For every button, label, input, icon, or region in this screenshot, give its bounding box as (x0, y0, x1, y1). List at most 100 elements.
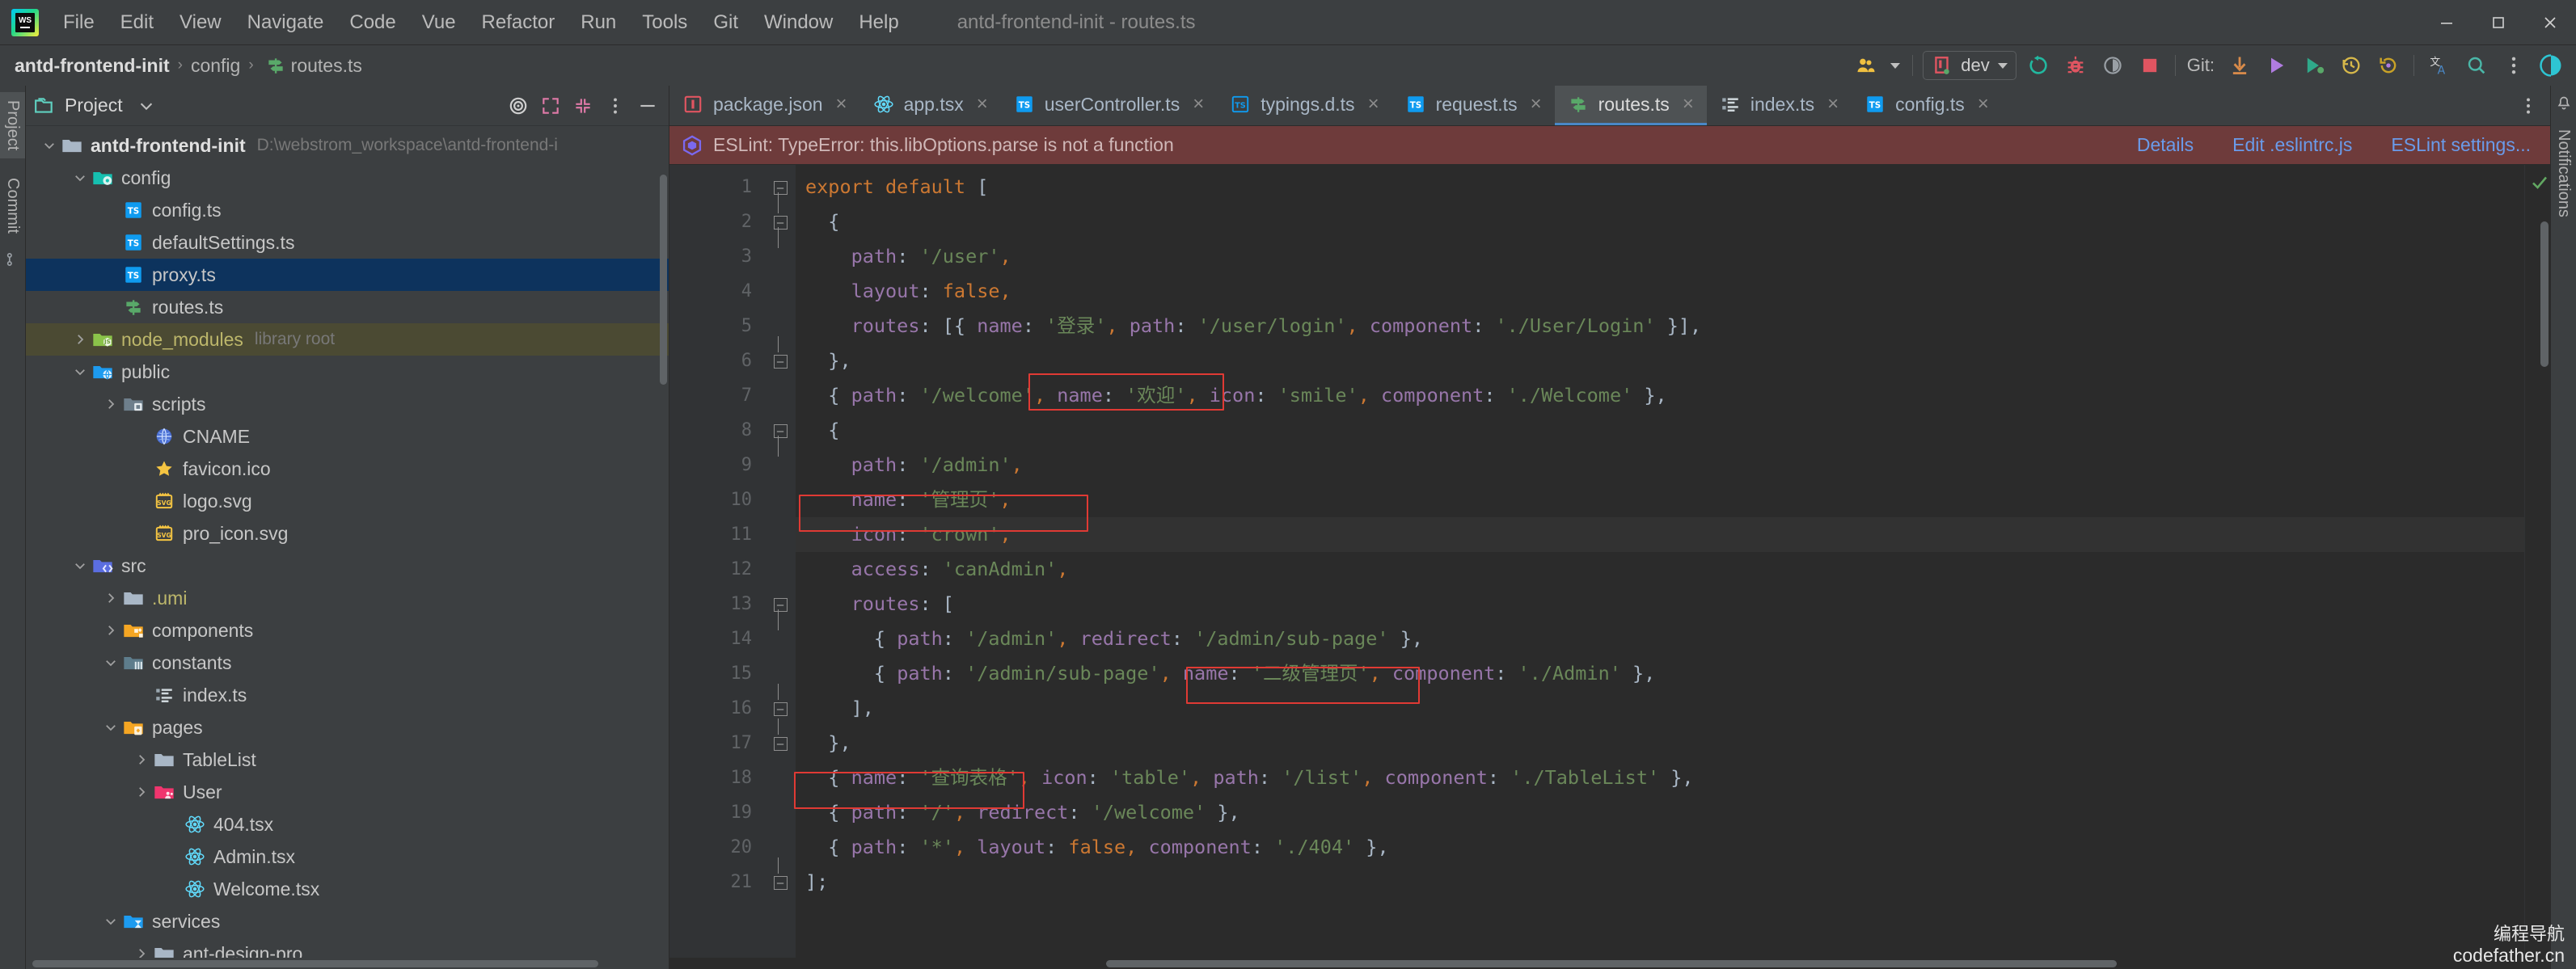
close-icon[interactable]: × (1189, 93, 1207, 116)
tree-node-antd-frontend-init[interactable]: antd-frontend-init D:\webstrom_workspace\… (26, 129, 669, 162)
fold-collapse-icon[interactable]: – (771, 213, 789, 248)
menu-item-refactor[interactable]: Refactor (469, 0, 568, 45)
fold-end-icon[interactable]: – (771, 336, 789, 370)
chevron-down-icon[interactable] (70, 171, 91, 185)
breadcrumb-config[interactable]: config (191, 55, 240, 77)
code-line[interactable]: { path: '*', layout: false, component: '… (796, 830, 2524, 865)
code-line[interactable]: { path: '/admin', redirect: '/admin/sub-… (796, 621, 2524, 656)
tree-node-routes-ts[interactable]: routes.ts (26, 291, 669, 323)
fold-end-icon[interactable]: – (771, 718, 789, 752)
code-folding-gutter[interactable]: – – – – – – – – (766, 165, 796, 958)
menu-item-help[interactable]: Help (846, 0, 911, 45)
tree-node--umi[interactable]: .umi (26, 582, 669, 614)
tree-node-cname[interactable]: CNAME (26, 420, 669, 453)
chevron-down-icon[interactable] (100, 720, 121, 735)
code-line[interactable]: { path: '/welcome', name: '欢迎', icon: 's… (796, 378, 2524, 413)
commit-icon[interactable] (2298, 49, 2330, 82)
tree-node-proxy-ts[interactable]: TS proxy.ts (26, 259, 669, 291)
editor-tab-routes-ts[interactable]: routes.ts × (1554, 86, 1707, 125)
tree-horizontal-scrollbar[interactable] (26, 958, 669, 969)
code-line[interactable]: ], (796, 691, 2524, 726)
editor-tab-userController-ts[interactable]: TS userController.ts × (1001, 86, 1217, 125)
code-content[interactable]: export default [ { path: '/user', layout… (796, 165, 2524, 958)
tree-node-pages[interactable]: pages (26, 711, 669, 744)
chevron-right-icon[interactable] (131, 752, 152, 767)
code-line[interactable]: { (796, 413, 2524, 448)
chevron-right-icon[interactable] (100, 591, 121, 605)
close-icon[interactable]: × (833, 93, 851, 116)
users-chevron-down-icon[interactable] (1887, 49, 1903, 82)
code-line[interactable]: ]; (796, 865, 2524, 899)
users-icon[interactable] (1850, 49, 1882, 82)
tree-node-scripts[interactable]: scripts (26, 388, 669, 420)
chevron-right-icon[interactable] (70, 332, 91, 347)
more-icon[interactable] (2512, 90, 2544, 122)
editor-tab-index-ts[interactable]: index.ts × (1707, 86, 1852, 125)
expand-all-icon[interactable] (536, 91, 565, 120)
menu-item-tools[interactable]: Tools (629, 0, 700, 45)
tree-vertical-scrollbar[interactable] (660, 175, 667, 385)
tree-node-user[interactable]: User (26, 776, 669, 808)
tree-node-src[interactable]: src (26, 550, 669, 582)
breadcrumb-file[interactable]: routes.ts (291, 55, 362, 77)
tree-node-welcome-tsx[interactable]: Welcome.tsx (26, 873, 669, 905)
translate-icon[interactable]: 文A (2423, 49, 2456, 82)
tree-node-components[interactable]: components (26, 614, 669, 647)
code-line[interactable]: access: 'canAdmin', (796, 552, 2524, 587)
editor-tab-request-ts[interactable]: TS request.ts × (1392, 86, 1555, 125)
editor-vertical-scrollbar[interactable] (2540, 221, 2549, 367)
ai-assistant-icon[interactable] (2535, 49, 2567, 82)
inspection-marker-bar[interactable] (2524, 165, 2550, 958)
eslint-link-edit-eslintrc-js[interactable]: Edit .eslintrc.js (2232, 134, 2352, 156)
breadcrumb-project[interactable]: antd-frontend-init (15, 55, 170, 77)
tree-node-logo-svg[interactable]: SVG logo.svg (26, 485, 669, 517)
code-line[interactable]: routes: [ (796, 587, 2524, 621)
eslint-link-details[interactable]: Details (2137, 134, 2194, 156)
close-icon[interactable]: × (1679, 93, 1697, 116)
maximize-button[interactable] (2473, 0, 2524, 45)
update-project-icon[interactable] (2223, 49, 2256, 82)
code-line[interactable]: path: '/user', (796, 239, 2524, 274)
close-icon[interactable]: × (1824, 93, 1842, 116)
close-button[interactable] (2524, 0, 2576, 45)
tree-node-defaultsettings-ts[interactable]: TS defaultSettings.ts (26, 226, 669, 259)
chevron-right-icon[interactable] (131, 946, 152, 958)
collapse-all-icon[interactable] (568, 91, 598, 120)
run-configuration-selector[interactable]: dev (1923, 51, 2016, 80)
rail-item-project[interactable]: Project (0, 92, 25, 159)
code-line[interactable]: { name: '查询表格', icon: 'table', path: '/l… (796, 760, 2524, 795)
fold-collapse-icon[interactable]: – (771, 596, 789, 630)
tree-node-pro-icon-svg[interactable]: SVG pro_icon.svg (26, 517, 669, 550)
code-line[interactable]: { path: '/admin/sub-page', name: '二级管理页'… (796, 656, 2524, 691)
close-icon[interactable]: × (1365, 93, 1383, 116)
editor-tab-typings-d-ts[interactable]: TS typings.d.ts × (1217, 86, 1391, 125)
coverage-icon[interactable] (2097, 49, 2129, 82)
editor-tab-app-tsx[interactable]: app.tsx × (860, 86, 1001, 125)
rail-item-commit[interactable]: Commit (0, 170, 25, 242)
chevron-down-icon[interactable] (100, 914, 121, 929)
pull-requests-icon[interactable] (5, 251, 21, 268)
code-line[interactable]: icon: 'crown', (796, 517, 2524, 552)
rail-item-notifications[interactable]: Notifications (2551, 121, 2576, 225)
menu-item-file[interactable]: File (50, 0, 108, 45)
menu-item-navigate[interactable]: Navigate (234, 0, 337, 45)
more-icon[interactable] (601, 91, 630, 120)
rollback-icon[interactable] (2372, 49, 2405, 82)
project-tree[interactable]: antd-frontend-init D:\webstrom_workspace\… (26, 126, 669, 958)
inspection-ok-icon[interactable] (2530, 173, 2549, 192)
fold-end-icon[interactable]: – (771, 857, 789, 891)
chevron-down-icon[interactable] (134, 94, 158, 118)
tree-node-services[interactable]: services (26, 905, 669, 937)
chevron-right-icon[interactable] (100, 623, 121, 638)
fold-collapse-icon[interactable]: – (771, 422, 789, 457)
menu-item-edit[interactable]: Edit (108, 0, 167, 45)
menu-item-view[interactable]: View (167, 0, 234, 45)
tree-node-constants[interactable]: constants (26, 647, 669, 679)
menu-item-git[interactable]: Git (700, 0, 751, 45)
tree-node-admin-tsx[interactable]: Admin.tsx (26, 841, 669, 873)
code-line[interactable]: export default [ (796, 170, 2524, 204)
stop-icon[interactable] (2134, 49, 2166, 82)
tree-node-node-modules[interactable]: JS node_modules library root (26, 323, 669, 356)
menu-item-code[interactable]: Code (336, 0, 408, 45)
close-icon[interactable]: × (1974, 93, 1992, 116)
